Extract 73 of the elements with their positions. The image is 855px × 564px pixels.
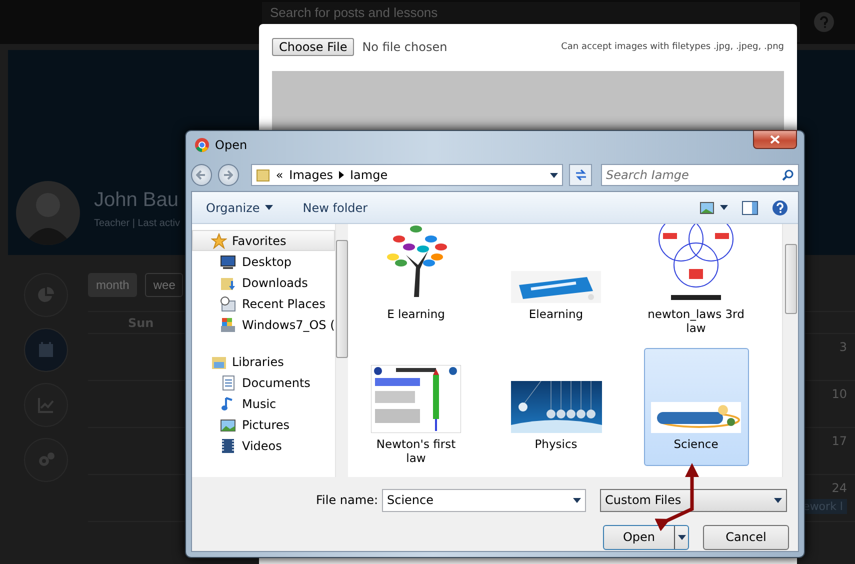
search-icon xyxy=(782,169,794,181)
day-number: 10 xyxy=(832,387,847,401)
nav-item[interactable]: Videos xyxy=(192,435,335,456)
back-button[interactable] xyxy=(191,164,212,186)
browser-logo-icon xyxy=(195,138,209,152)
day-number: 17 xyxy=(832,434,847,448)
forward-button[interactable] xyxy=(218,164,239,186)
toolbar-button[interactable]: Organize xyxy=(206,200,273,214)
monitor-icon xyxy=(220,254,236,270)
profile-subtitle: Teacher | Last activ xyxy=(94,218,180,229)
breadcrumb[interactable]: Iamge xyxy=(350,168,388,182)
breadcrumb[interactable]: Images xyxy=(289,168,333,182)
file-name-label: File name: xyxy=(316,493,378,507)
caret-icon[interactable] xyxy=(550,172,558,178)
refresh-button[interactable] xyxy=(569,164,592,186)
file-item[interactable]: Newton's first law xyxy=(364,348,468,466)
image-icon xyxy=(220,416,236,432)
star-icon xyxy=(211,232,227,248)
day-number: 3 xyxy=(839,340,847,354)
line-chart-icon xyxy=(37,396,55,414)
filetype-hint: Can accept images with filetypes .jpg, .jpeg, .png xyxy=(561,42,784,52)
file-item[interactable]: Physics xyxy=(504,348,608,466)
profile-name: John Bau xyxy=(94,189,180,212)
caret-icon xyxy=(774,498,782,502)
file-item[interactable]: newton_laws 3rd law xyxy=(644,224,748,336)
search-field[interactable]: Search Iamge xyxy=(601,164,800,186)
nav-item[interactable]: Music xyxy=(192,393,335,414)
calendar-icon xyxy=(37,341,55,359)
folder-icon xyxy=(256,168,270,182)
preview-pane-button[interactable] xyxy=(742,200,758,214)
pie-chart-icon xyxy=(37,286,55,304)
close-icon xyxy=(770,135,780,144)
nav-item[interactable]: Desktop xyxy=(192,251,335,272)
close-button[interactable] xyxy=(753,130,797,149)
day-number: 24 xyxy=(832,481,847,495)
nav-group[interactable]: Favorites xyxy=(192,230,335,251)
chevron-icon xyxy=(339,171,344,179)
nav-item[interactable]: Downloads xyxy=(192,272,335,293)
document-icon xyxy=(220,374,236,390)
file-status: No file chosen xyxy=(362,40,448,54)
overflow-mark[interactable]: « xyxy=(276,168,284,182)
file-item[interactable]: Elearning xyxy=(504,224,608,336)
nav-item[interactable]: Recent Places xyxy=(192,293,335,314)
caret-icon xyxy=(720,205,728,210)
nav-item[interactable]: Pictures xyxy=(192,414,335,435)
forward-arrow-icon xyxy=(223,170,234,180)
help-icon[interactable] xyxy=(772,200,788,216)
nav-item[interactable]: Windows7_OS ( xyxy=(192,314,335,335)
scrollbar[interactable] xyxy=(782,224,798,477)
file-item[interactable]: E learning xyxy=(364,224,468,336)
caret-icon xyxy=(678,534,686,540)
refresh-icon xyxy=(574,169,588,181)
file-item[interactable]: Science xyxy=(644,348,748,466)
file-name-field[interactable]: Science xyxy=(382,488,586,512)
arrow xyxy=(654,463,699,532)
back-arrow-icon xyxy=(196,170,206,180)
drive-icon xyxy=(220,316,236,332)
caret-icon xyxy=(264,205,273,210)
film-icon xyxy=(220,438,236,454)
clock-folder-icon xyxy=(220,296,236,312)
address-bar[interactable]: « Images Iamge xyxy=(250,164,564,186)
file-type-dropdown[interactable]: Custom Files xyxy=(600,488,787,512)
view-options-button[interactable] xyxy=(700,202,728,214)
nav-group[interactable]: Libraries xyxy=(192,351,335,372)
toolbar-button[interactable]: New folder xyxy=(302,200,368,214)
dialog-title: Open xyxy=(215,138,248,152)
open-button[interactable]: Open xyxy=(603,524,689,550)
scrollbar[interactable] xyxy=(334,224,348,477)
nav-item[interactable]: Documents xyxy=(192,372,335,393)
cancel-button[interactable]: Cancel xyxy=(703,524,789,550)
gears-icon xyxy=(37,451,55,469)
choose-file-button[interactable]: Choose File xyxy=(272,38,354,56)
caret-icon xyxy=(573,498,581,502)
